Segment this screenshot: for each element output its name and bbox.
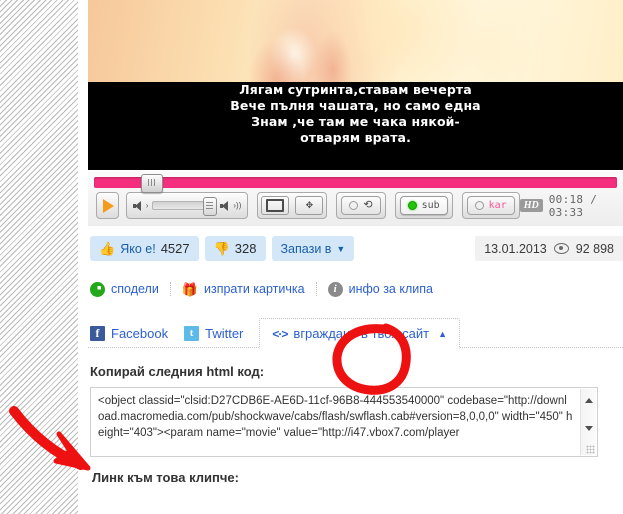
share-tabs: f Facebook t Twitter <·> вграждане в тво…	[88, 318, 623, 349]
time-display: HD 00:18 / 03:33	[519, 192, 615, 219]
karaoke-group: kar	[461, 192, 520, 219]
share-icon	[90, 281, 105, 297]
speaker-low-wave-icon: ›	[145, 200, 149, 210]
page-gutter-hatch	[0, 0, 78, 514]
dislike-count: 328	[234, 241, 257, 256]
view-count: 92 898	[575, 241, 614, 256]
save-to-button[interactable]: Запази в ▼	[271, 236, 355, 261]
share-link[interactable]: сподели	[90, 281, 170, 297]
tabs-list: f Facebook t Twitter <·> вграждане в тво…	[90, 318, 461, 349]
repeat-status-dot	[349, 201, 359, 210]
repeat-group: ⟲	[336, 192, 386, 219]
dislike-button[interactable]: 👎 328	[204, 236, 266, 261]
embed-code-text[interactable]: <object classid="clsid:D27CDB6E-AE6D-11c…	[98, 393, 573, 441]
link-heading: Линк към това клипче:	[92, 470, 239, 485]
loop-icon: ⟲	[363, 199, 373, 211]
play-button[interactable]	[96, 192, 119, 219]
clip-info-label: инфо за клипа	[348, 282, 433, 296]
video-subtitle: Лягам сутринта,ставам вечерта Вече пълня…	[88, 82, 623, 146]
share-label: сподели	[111, 282, 159, 296]
speaker-high-icon	[220, 200, 229, 211]
twitter-icon: t	[184, 326, 200, 341]
video-player-stage[interactable]: Лягам сутринта,ставам вечерта Вече пълня…	[88, 0, 623, 170]
video-meta: 13.01.2013 92 898	[475, 236, 623, 261]
clip-info-link[interactable]: i инфо за клипа	[317, 281, 444, 297]
publish-date: 13.01.2013	[484, 241, 547, 256]
thumbs-up-icon: 👍	[99, 241, 116, 256]
thumbs-down-icon: 👎	[213, 241, 230, 256]
time-code: 00:18 / 03:33	[548, 192, 598, 219]
send-postcard-link[interactable]: 🎁 изпрати картичка	[169, 281, 317, 297]
chevron-up-icon: ▲	[438, 328, 448, 339]
screen-icon	[266, 199, 285, 212]
karaoke-status-dot	[474, 201, 484, 210]
embed-code-icon: <·>	[272, 326, 288, 341]
share-row: сподели 🎁 изпрати картичка i инфо за кли…	[90, 276, 623, 302]
subtitle-line-1: Лягам сутринта,ставам вечерта	[239, 82, 472, 97]
video-actions-row: 👍 Яко е! 4527 👎 328 Запази в ▼ 13.01.201…	[88, 226, 623, 261]
player-buttons-row: › ›)) ✥ ⟲ sub kar HD 00:18 / 03:33	[88, 190, 623, 226]
embed-code-box[interactable]: <object classid="clsid:D27CDB6E-AE6D-11c…	[90, 387, 598, 457]
embed-panel: Копирай следния html код: <object classi…	[88, 364, 623, 485]
scroll-down-icon[interactable]	[585, 426, 593, 431]
volume-handle-grip	[206, 202, 214, 210]
volume-control[interactable]: › ›))	[125, 192, 249, 219]
like-button[interactable]: 👍 Яко е! 4527	[90, 236, 199, 261]
gift-icon: 🎁	[181, 281, 198, 297]
repeat-toggle[interactable]: ⟲	[341, 196, 381, 215]
subtitle-line-4: отварям врата.	[300, 130, 411, 145]
tab-embed[interactable]: <·> вграждане в твоя сайт ▲	[259, 318, 461, 349]
subtitles-label: sub	[421, 200, 440, 211]
resize-grip-icon[interactable]	[586, 445, 595, 454]
tab-embed-label: вграждане в твоя сайт	[293, 326, 430, 341]
speaker-high-wave-icon: ›))	[233, 200, 242, 210]
fullscreen-button[interactable]: ✥	[295, 196, 324, 215]
subtitles-group: sub	[394, 192, 453, 219]
hd-badge: HD	[519, 199, 543, 212]
like-count: 4527	[160, 241, 190, 256]
seek-bar-wrap[interactable]	[88, 171, 623, 193]
send-postcard-label: изпрати картичка	[204, 282, 305, 296]
volume-handle[interactable]	[203, 197, 218, 216]
normal-screen-button[interactable]	[261, 196, 290, 215]
expand-arrows-icon: ✥	[305, 200, 314, 210]
subtitles-status-dot	[407, 201, 417, 210]
chevron-down-icon: ▼	[336, 243, 346, 254]
tab-facebook-label: Facebook	[111, 326, 169, 341]
scroll-up-icon[interactable]	[585, 398, 593, 403]
page-gutter-gap	[78, 0, 88, 514]
embed-heading: Копирай следния html код:	[90, 364, 265, 379]
subtitles-toggle[interactable]: sub	[399, 196, 448, 215]
info-icon: i	[327, 281, 343, 297]
like-label: Яко е!	[120, 241, 156, 256]
seek-handle-grip	[148, 179, 155, 186]
subtitle-line-2: Вече пълня чашата, но само една	[230, 98, 481, 113]
eye-icon	[553, 243, 569, 254]
play-icon	[103, 198, 115, 213]
screen-size-group: ✥	[257, 192, 328, 219]
tab-facebook[interactable]: f Facebook	[90, 319, 184, 348]
tab-twitter[interactable]: t Twitter	[184, 319, 259, 348]
save-to-label: Запази в	[280, 241, 332, 256]
karaoke-label: kar	[488, 200, 507, 211]
facebook-icon: f	[90, 326, 105, 341]
subtitle-line-3: Знам ,че там ме чака някой-	[251, 114, 460, 129]
speaker-low-icon	[132, 200, 142, 211]
tab-twitter-label: Twitter	[205, 326, 244, 341]
player-controls: › ›)) ✥ ⟲ sub kar HD 00:18 / 03:33	[88, 170, 623, 226]
karaoke-toggle[interactable]: kar	[466, 196, 515, 215]
seek-bar[interactable]	[94, 174, 617, 193]
seek-handle[interactable]	[141, 174, 163, 193]
video-page-content: Лягам сутринта,ставам вечерта Вече пълня…	[88, 0, 623, 514]
volume-slider[interactable]	[152, 197, 218, 216]
